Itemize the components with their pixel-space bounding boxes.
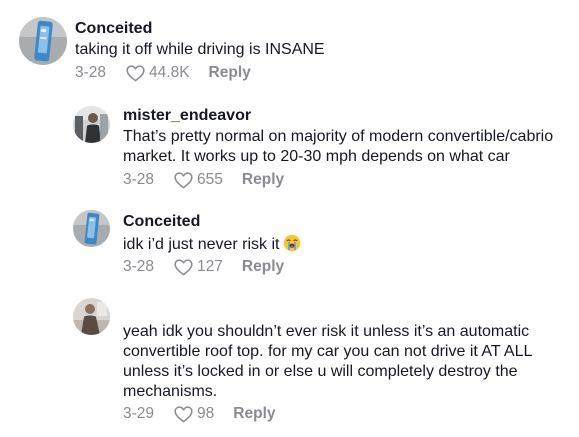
comment-text-line: market. It works up to 20-30 mph depends… xyxy=(123,148,510,165)
comment-text-line: convertible roof top. for my car you can… xyxy=(123,343,533,360)
heart-icon xyxy=(174,171,193,188)
person-avatar-icon xyxy=(73,298,110,335)
comment-text: idk i’d just never risk it xyxy=(123,234,301,258)
reply-button[interactable]: Reply xyxy=(233,405,275,423)
like-button[interactable]: 127 xyxy=(174,258,223,276)
comment-text-line: mechanisms. xyxy=(123,383,218,400)
heart-icon xyxy=(174,405,193,422)
comment-date: 3-29 xyxy=(123,405,155,422)
avatar[interactable] xyxy=(19,17,67,65)
like-button[interactable]: 98 xyxy=(174,405,214,423)
like-count: 98 xyxy=(197,405,215,422)
comment-username[interactable]: mister_endeavor xyxy=(123,106,251,126)
comment-text-line: idk i’d just never risk it xyxy=(123,234,301,258)
comment-text-line: yeah idk you shouldn’t ever risk it unle… xyxy=(123,323,530,340)
like-button[interactable]: 655 xyxy=(174,171,223,189)
comment-text-content: idk i’d just never risk it xyxy=(123,236,280,253)
comment-username[interactable]: Conceited xyxy=(123,212,200,232)
heart-icon xyxy=(174,258,193,275)
comment-text-line: unless it’s locked in or else u will com… xyxy=(123,363,518,380)
phone-avatar-icon xyxy=(19,17,67,65)
comment-date: 3-28 xyxy=(123,258,155,275)
person-avatar-icon xyxy=(73,106,110,143)
avatar[interactable] xyxy=(73,210,110,247)
like-count: 655 xyxy=(197,171,223,188)
comment-meta: 3-28 127 Reply xyxy=(123,257,284,277)
like-count: 127 xyxy=(197,258,223,275)
reply-button[interactable]: Reply xyxy=(242,258,284,276)
loudly-crying-face-icon xyxy=(283,234,301,258)
comment-text-line: That’s pretty normal on majority of mode… xyxy=(123,128,554,145)
comment-meta: 3-28 655 Reply xyxy=(123,170,284,190)
like-count: 44.8K xyxy=(149,64,190,81)
comment-meta: 3-28 44.8K Reply xyxy=(75,63,251,83)
comment-text: yeah idk you shouldn’t ever risk it unle… xyxy=(123,322,532,402)
phone-avatar-icon xyxy=(73,210,110,247)
comment-date: 3-28 xyxy=(123,171,155,188)
avatar[interactable] xyxy=(73,106,110,143)
heart-icon xyxy=(126,64,145,81)
reply-button[interactable]: Reply xyxy=(209,64,251,82)
comment-meta: 3-29 98 Reply xyxy=(123,404,276,424)
comment-username[interactable]: Conceited xyxy=(75,19,152,39)
comment-text-line: taking it off while driving is INSANE xyxy=(75,41,325,58)
like-button[interactable]: 44.8K xyxy=(126,64,190,82)
reply-button[interactable]: Reply xyxy=(242,171,284,189)
comment-text: That’s pretty normal on majority of mode… xyxy=(123,127,553,167)
comment-text: taking it off while driving is INSANE xyxy=(75,40,325,60)
comment-date: 3-28 xyxy=(75,64,107,81)
avatar[interactable] xyxy=(73,298,110,335)
